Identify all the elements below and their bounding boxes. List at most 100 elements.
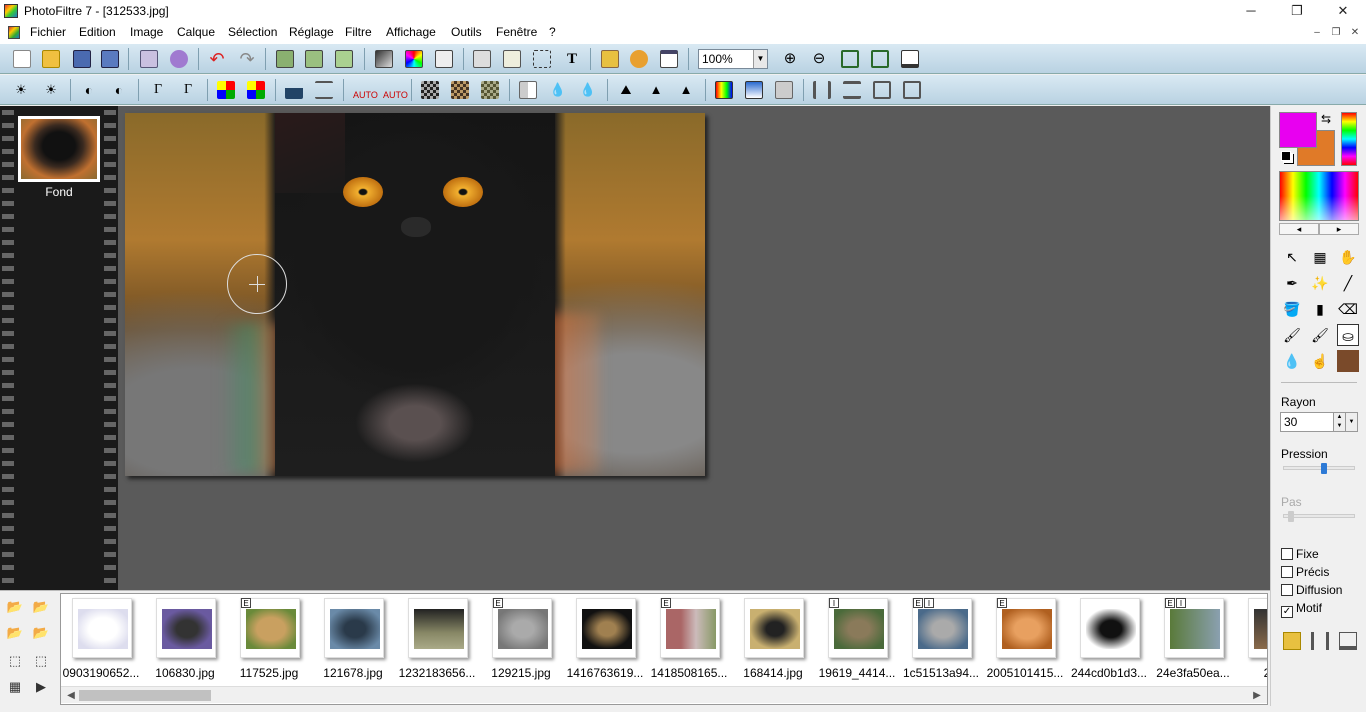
menu-fichier[interactable]: Fichier [28, 25, 68, 39]
color-spectrum[interactable] [1279, 171, 1359, 221]
gradient-icon[interactable] [375, 50, 393, 68]
foreground-color-swatch[interactable] [1279, 112, 1317, 148]
browser-tool-3-icon[interactable]: 📂 [6, 625, 24, 641]
thumbnail[interactable] [576, 598, 636, 658]
thumbnail[interactable]: I [828, 598, 888, 658]
auto-contrast-icon[interactable]: AUTO [383, 81, 408, 100]
thumbnail[interactable] [72, 598, 132, 658]
fixe-checkbox[interactable]: Fixe [1281, 547, 1319, 561]
brightness-minus-icon[interactable]: ☀ [12, 81, 30, 99]
photomasque-icon[interactable] [630, 50, 648, 68]
zoom-select[interactable]: 100% ▼ [698, 49, 768, 69]
grayscale-icon[interactable] [519, 81, 537, 99]
redo-icon[interactable]: ↷ [238, 50, 256, 68]
actual-size-icon[interactable] [871, 50, 889, 68]
batch-icon[interactable] [503, 50, 521, 68]
restore-button[interactable]: ❐ [1274, 0, 1320, 22]
thumbnail[interactable] [324, 598, 384, 658]
mdi-minimize-button[interactable]: – [1309, 26, 1325, 40]
thumbnail[interactable] [1080, 598, 1140, 658]
thumbnail[interactable] [1248, 598, 1267, 658]
saturation-minus-icon[interactable] [217, 81, 235, 99]
scroll-right-arrow[interactable]: ▶ [1249, 688, 1265, 703]
menu-outils[interactable]: Outils [449, 25, 484, 39]
smudge-tool-icon[interactable]: ☝ [1309, 350, 1331, 372]
menu-help[interactable]: ? [547, 25, 558, 39]
levels-icon[interactable] [315, 81, 333, 99]
layer-thumbnail[interactable] [18, 116, 100, 182]
selection-icon[interactable] [533, 50, 551, 68]
image-tube-tool-icon[interactable] [1337, 350, 1359, 372]
window-icon[interactable] [660, 50, 678, 68]
thumbnail[interactable] [408, 598, 468, 658]
line-tool-icon[interactable]: ╱ [1337, 272, 1359, 294]
paste-image-icon[interactable] [305, 50, 323, 68]
copy-image-icon[interactable] [276, 50, 294, 68]
hand-tool-icon[interactable]: ✋ [1337, 246, 1359, 268]
brush-tool-icon[interactable]: 🖌 [1281, 324, 1303, 346]
undo-icon[interactable]: ↶ [208, 50, 226, 68]
thumbnail[interactable] [744, 598, 804, 658]
menu-reglage[interactable]: Réglage [287, 25, 336, 39]
image-canvas[interactable] [125, 113, 705, 476]
scan-icon[interactable] [170, 50, 188, 68]
eraser-tool-icon[interactable]: ⌫ [1337, 298, 1359, 320]
menu-image[interactable]: Image [128, 25, 165, 39]
text-icon[interactable]: T [563, 50, 581, 68]
browser-tool-2-icon[interactable]: 📂 [32, 599, 50, 615]
rayon-spin-up[interactable]: ▲ [1333, 413, 1345, 422]
rayon-dropdown[interactable]: ▼ [1345, 413, 1357, 431]
pression-slider-thumb[interactable] [1320, 463, 1327, 474]
browser-tool-5-icon[interactable]: ⬚ [6, 653, 24, 669]
saturation-plus-icon[interactable] [247, 81, 265, 99]
thumbnail[interactable] [156, 598, 216, 658]
explorer-icon[interactable] [601, 50, 619, 68]
compare-icon[interactable] [1311, 632, 1329, 650]
browser-tool-6-icon[interactable]: ⬚ [32, 653, 50, 669]
document-icon[interactable] [8, 26, 20, 39]
close-button[interactable]: ✕ [1320, 0, 1366, 22]
histogram-icon[interactable] [285, 81, 303, 99]
panel-icon[interactable] [1339, 632, 1357, 650]
fit-window-icon[interactable] [841, 50, 859, 68]
menu-edition[interactable]: Edition [77, 25, 118, 39]
flip-vertical-icon[interactable] [843, 81, 861, 99]
rotate-left-icon[interactable] [873, 81, 891, 99]
clone-stamp-tool-icon[interactable]: ⛀ [1337, 324, 1359, 346]
zoom-out-icon[interactable]: ⊖ [810, 50, 828, 68]
rotate-right-icon[interactable] [903, 81, 921, 99]
auto-level-icon[interactable]: AUTO [353, 81, 378, 100]
effect-icon[interactable] [775, 81, 793, 99]
browser-next-icon[interactable]: ▶ [32, 679, 50, 695]
filter-2-icon[interactable] [451, 81, 469, 99]
horizontal-scrollbar[interactable]: ◀ ▶ [61, 686, 1267, 703]
minimize-button[interactable]: ─ [1228, 0, 1274, 22]
swap-colors-icon[interactable]: ⇆ [1321, 112, 1331, 126]
advanced-brush-tool-icon[interactable]: 🖌 [1309, 324, 1331, 346]
magic-wand-tool-icon[interactable]: ✨ [1309, 272, 1331, 294]
menu-fenetre[interactable]: Fenêtre [494, 25, 539, 39]
blur-tool-icon[interactable]: 💧 [1281, 350, 1303, 372]
rayon-input[interactable]: 30 ▲ ▼ ▼ [1280, 412, 1358, 432]
scrollbar-thumb[interactable] [79, 690, 211, 701]
pression-slider[interactable] [1283, 463, 1355, 474]
blur-more-icon[interactable]: 💧 [579, 81, 597, 99]
thumbnail[interactable]: E [996, 598, 1056, 658]
chevron-down-icon[interactable]: ▼ [753, 50, 767, 68]
thumbnail[interactable]: E [240, 598, 300, 658]
open-file-icon[interactable] [42, 50, 60, 68]
thumbnail[interactable]: EI [912, 598, 972, 658]
sharpen-icon[interactable]: ▲ [647, 81, 665, 99]
save-icon[interactable] [73, 50, 91, 68]
mdi-close-button[interactable]: ✕ [1347, 26, 1363, 40]
print-icon[interactable] [140, 50, 158, 68]
brightness-plus-icon[interactable]: ☀ [42, 81, 60, 99]
menu-filtre[interactable]: Filtre [343, 25, 374, 39]
palette-next-button[interactable]: ▸ [1319, 223, 1359, 235]
reset-colors-icon[interactable] [1281, 151, 1291, 161]
fill-tool-icon[interactable]: 🪣 [1281, 298, 1303, 320]
gamma-plus-icon[interactable]: Γ [179, 81, 197, 99]
browser-tool-1-icon[interactable]: 📂 [6, 599, 24, 615]
paste-new-icon[interactable] [335, 50, 353, 68]
fullscreen-icon[interactable] [901, 50, 919, 68]
